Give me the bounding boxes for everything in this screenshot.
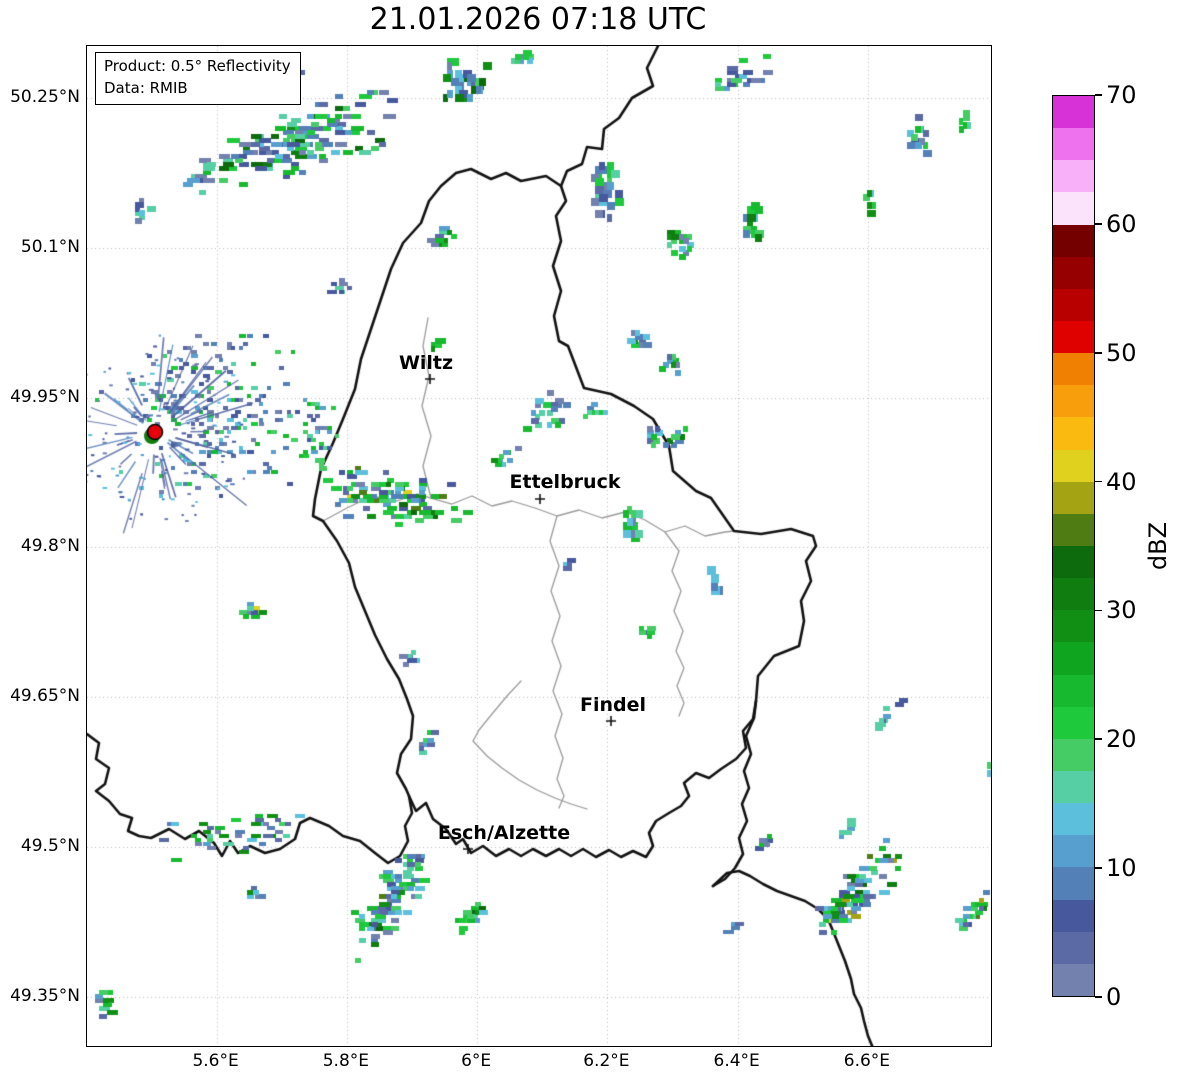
colorbar-segment bbox=[1053, 417, 1094, 450]
colorbar-segment bbox=[1053, 803, 1094, 836]
colorbar-segment bbox=[1053, 513, 1094, 547]
colorbar-tick-label: 50 bbox=[1106, 338, 1137, 367]
colorbar-segment bbox=[1053, 642, 1094, 675]
colorbar-tick-mark bbox=[1095, 609, 1102, 612]
colorbar-segment bbox=[1053, 321, 1094, 354]
radar-figure: 21.01.2026 07:18 UTC Product: 0.5° Refle… bbox=[0, 0, 1184, 1081]
colorbar-segment bbox=[1053, 867, 1094, 900]
city-label-esch-alzette: Esch/Alzette bbox=[437, 822, 571, 844]
colorbar-tick-label: 40 bbox=[1106, 467, 1137, 496]
colorbar-segment bbox=[1053, 706, 1094, 739]
data-source-line: Data: RMIB bbox=[104, 78, 188, 97]
colorbar-segment bbox=[1053, 128, 1094, 161]
lat-tick-label: 50.1°N bbox=[20, 236, 80, 257]
lon-tick-label: 5.8°E bbox=[322, 1051, 369, 1071]
radar-map-canvas bbox=[87, 46, 991, 1046]
colorbar-segment bbox=[1053, 288, 1094, 322]
colorbar-segment bbox=[1053, 963, 1094, 996]
colorbar-unit-label: dBZ bbox=[1144, 521, 1172, 571]
colorbar-segment bbox=[1053, 449, 1094, 482]
colorbar-segment bbox=[1053, 931, 1094, 964]
colorbar-tick-mark bbox=[1095, 223, 1102, 225]
lon-tick-label: 6°E bbox=[461, 1051, 492, 1071]
lon-tick-label: 6.6°E bbox=[843, 1051, 891, 1071]
colorbar-segment bbox=[1053, 160, 1094, 193]
city-label-findel: Findel bbox=[579, 694, 647, 716]
colorbar-tick-label: 20 bbox=[1106, 725, 1137, 754]
colorbar-tick-mark bbox=[1095, 738, 1102, 741]
colorbar-tick-mark bbox=[1095, 94, 1102, 96]
lon-tick-label: 6.4°E bbox=[713, 1051, 760, 1071]
lon-tick-label: 5.6°E bbox=[192, 1051, 239, 1071]
lat-tick-label: 49.95°N bbox=[10, 386, 80, 407]
colorbar-segment bbox=[1053, 578, 1094, 611]
colorbar-tick-label: 0 bbox=[1106, 983, 1122, 1011]
map-area: Product: 0.5° Reflectivity Data: RMIB Wi… bbox=[86, 45, 992, 1047]
colorbar-tick-label: 10 bbox=[1106, 854, 1137, 883]
colorbar-segment bbox=[1053, 610, 1094, 643]
colorbar-segment bbox=[1053, 192, 1094, 225]
lat-tick-label: 49.5°N bbox=[20, 836, 80, 857]
colorbar-tick-mark bbox=[1095, 996, 1102, 998]
colorbar-segment bbox=[1053, 674, 1094, 707]
colorbar bbox=[1052, 95, 1095, 997]
colorbar-segment bbox=[1053, 256, 1094, 289]
colorbar-tick-mark bbox=[1095, 351, 1102, 354]
city-label-wiltz: Wiltz bbox=[398, 352, 454, 374]
lat-tick-label: 49.65°N bbox=[10, 686, 80, 707]
colorbar-tick-label: 60 bbox=[1106, 209, 1137, 238]
colorbar-segment bbox=[1053, 546, 1094, 579]
colorbar-segment bbox=[1053, 899, 1094, 932]
colorbar-tick-label: 70 bbox=[1106, 81, 1137, 109]
colorbar-segment bbox=[1053, 224, 1094, 257]
lat-tick-label: 49.8°N bbox=[20, 536, 80, 557]
colorbar-segment bbox=[1053, 353, 1094, 386]
colorbar-segment bbox=[1053, 771, 1094, 804]
colorbar-segment bbox=[1053, 96, 1094, 129]
figure-title: 21.01.2026 07:18 UTC bbox=[369, 2, 707, 37]
city-label-ettelbruck: Ettelbruck bbox=[509, 471, 621, 493]
colorbar-tick-label: 30 bbox=[1106, 596, 1137, 625]
colorbar-segment bbox=[1053, 481, 1094, 514]
lat-tick-label: 49.35°N bbox=[10, 986, 80, 1007]
colorbar-segment bbox=[1053, 738, 1094, 772]
colorbar-tick-mark bbox=[1095, 867, 1102, 869]
product-info-box: Product: 0.5° Reflectivity Data: RMIB bbox=[95, 52, 301, 105]
lat-tick-label: 50.25°N bbox=[10, 86, 80, 107]
product-info-line: Product: 0.5° Reflectivity bbox=[104, 57, 291, 75]
lon-tick-label: 6.2°E bbox=[583, 1051, 630, 1071]
colorbar-tick-mark bbox=[1095, 480, 1102, 483]
colorbar-segment bbox=[1053, 835, 1094, 868]
colorbar-segment bbox=[1053, 385, 1094, 418]
